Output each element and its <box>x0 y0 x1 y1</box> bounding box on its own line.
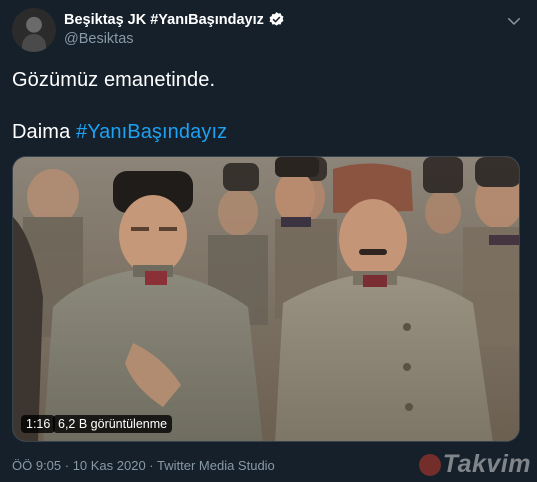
tweet-text-line-2: Daima #YanıBaşındayız <box>12 121 227 144</box>
video-player[interactable]: 1:16 6,2 B görüntülenme <box>12 156 520 442</box>
tweet-text-line-1: Gözümüz emanetinde. <box>12 69 216 91</box>
takvim-logo-icon <box>418 453 441 476</box>
tweet-meta[interactable]: ÖÖ 9:05 · 10 Kas 2020 · Twitter Media St… <box>12 458 275 473</box>
hashtag-link[interactable]: #YanıBaşındayız <box>76 121 227 143</box>
video-duration: 1:16 <box>21 415 56 433</box>
tweet-card[interactable]: Beşiktaş JK #YanıBaşındayız @Besiktas Gö… <box>0 0 537 482</box>
handle[interactable]: @Besiktas <box>64 31 134 47</box>
view-count: 6,2 B görüntülenme <box>53 415 173 433</box>
avatar[interactable] <box>12 8 56 52</box>
tweet-word: Daima <box>12 121 71 143</box>
video-frame <box>13 157 519 441</box>
author-row: Beşiktaş JK #YanıBaşındayız <box>64 11 285 28</box>
watermark-text: Takvim <box>442 450 531 478</box>
display-name[interactable]: Beşiktaş JK #YanıBaşındayız <box>64 12 264 28</box>
verified-badge-icon <box>269 12 284 26</box>
chevron-down-icon[interactable] <box>505 12 523 30</box>
takvim-watermark: Takvim <box>418 450 531 479</box>
